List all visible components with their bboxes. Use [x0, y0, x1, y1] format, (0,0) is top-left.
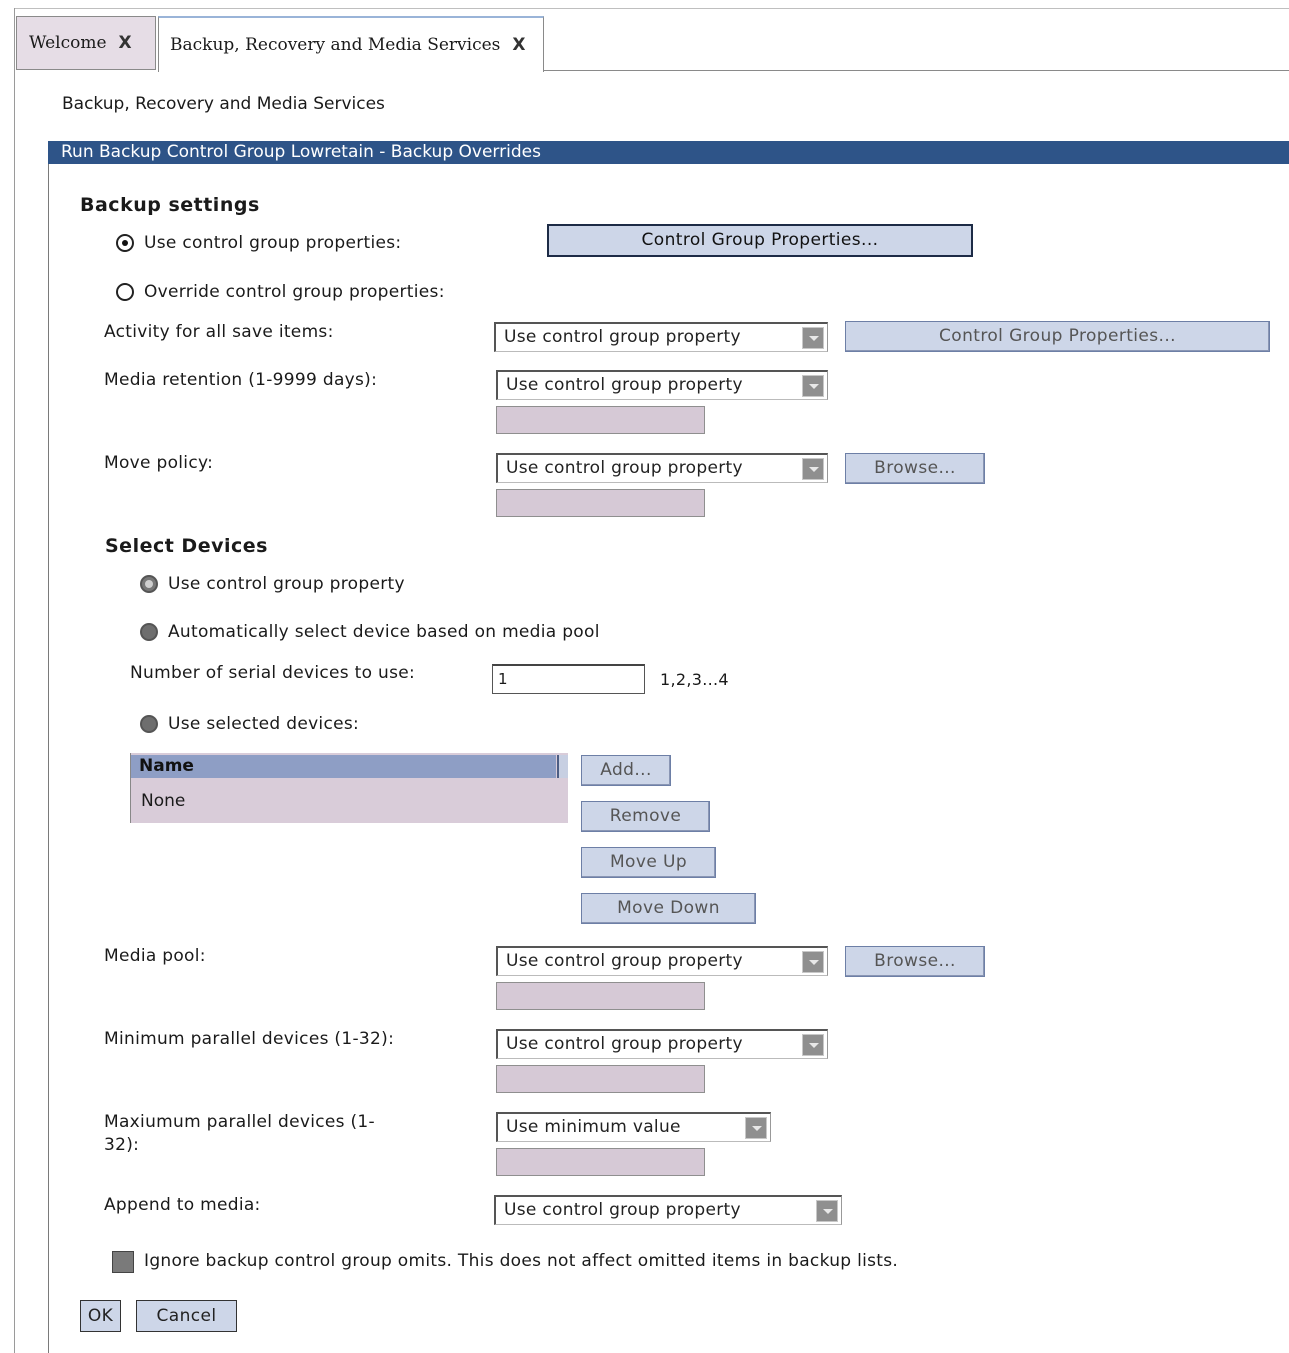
move-policy-browse-button[interactable]: Browse... [845, 453, 985, 484]
panel-title: Run Backup Control Group Lowretain - Bac… [48, 141, 1289, 164]
append-media-label: Append to media: [104, 1195, 261, 1215]
devices-table-header-name[interactable]: Name [131, 755, 556, 778]
max-parallel-label-line2: 32): [104, 1135, 140, 1155]
ok-button[interactable]: OK [80, 1300, 121, 1332]
tab-welcome[interactable]: Welcome X [16, 16, 156, 70]
devices-auto-radio[interactable] [140, 623, 158, 641]
media-retention-value: Use control group property [506, 375, 743, 395]
move-policy-select[interactable]: Use control group property [496, 453, 828, 483]
chevron-down-icon [802, 327, 824, 349]
ignore-omits-label: Ignore backup control group omits. This … [144, 1251, 899, 1271]
move-policy-value: Use control group property [506, 458, 743, 478]
media-retention-days-input[interactable] [496, 406, 705, 434]
media-pool-input[interactable] [496, 982, 705, 1010]
control-group-properties-button[interactable]: Control Group Properties... [547, 224, 973, 257]
activity-select-value: Use control group property [504, 327, 741, 347]
devices-auto-label: Automatically select device based on med… [168, 622, 600, 642]
devices-selected-radio[interactable] [140, 715, 158, 733]
move-policy-label: Move policy: [104, 453, 214, 473]
table-row[interactable]: None [141, 791, 185, 811]
devices-table: Name None [130, 753, 568, 823]
min-parallel-select[interactable]: Use control group property [496, 1029, 828, 1059]
activity-select[interactable]: Use control group property [494, 322, 828, 352]
window-top-border [14, 8, 1289, 9]
close-icon[interactable]: X [512, 35, 525, 55]
override-cg-properties-label: Override control group properties: [144, 282, 445, 302]
max-parallel-label-line1: Maxiumum parallel devices (1- [104, 1112, 375, 1132]
devices-use-cg-radio[interactable] [140, 575, 158, 593]
backup-settings-heading: Backup settings [80, 194, 260, 216]
tab-strip-divider [544, 70, 1289, 71]
max-parallel-input[interactable] [496, 1148, 705, 1176]
min-parallel-label: Minimum parallel devices (1-32): [104, 1029, 395, 1049]
chevron-down-icon [802, 375, 824, 397]
media-pool-label: Media pool: [104, 946, 206, 966]
use-cg-properties-label: Use control group properties: [144, 233, 402, 253]
media-pool-value: Use control group property [506, 951, 743, 971]
media-retention-label: Media retention (1-9999 days): [104, 370, 378, 390]
select-devices-heading: Select Devices [105, 535, 268, 557]
min-parallel-input[interactable] [496, 1065, 705, 1093]
append-media-select[interactable]: Use control group property [494, 1195, 842, 1225]
tab-backup-recovery-media[interactable]: Backup, Recovery and Media Services X [158, 16, 544, 72]
media-retention-select[interactable]: Use control group property [496, 370, 828, 400]
media-pool-select[interactable]: Use control group property [496, 946, 828, 976]
close-icon[interactable]: X [119, 33, 132, 53]
devices-table-column-resizer[interactable] [557, 755, 568, 778]
tab-welcome-label: Welcome [29, 33, 107, 53]
chevron-down-icon [802, 458, 824, 480]
chevron-down-icon [745, 1117, 767, 1139]
devices-selected-label: Use selected devices: [168, 714, 360, 734]
override-cg-properties-radio[interactable] [116, 283, 134, 301]
breadcrumb: Backup, Recovery and Media Services [62, 94, 385, 114]
max-parallel-value: Use minimum value [506, 1117, 681, 1137]
panel-left-border [48, 142, 49, 1353]
chevron-down-icon [802, 1034, 824, 1056]
serial-devices-hint: 1,2,3...4 [660, 670, 729, 689]
max-parallel-select[interactable]: Use minimum value [496, 1112, 771, 1142]
chevron-down-icon [816, 1200, 838, 1222]
ignore-omits-checkbox[interactable] [112, 1251, 134, 1273]
min-parallel-value: Use control group property [506, 1034, 743, 1054]
window-left-border [14, 8, 15, 1353]
chevron-down-icon [802, 951, 824, 973]
activity-label: Activity for all save items: [104, 322, 334, 342]
move-policy-input[interactable] [496, 489, 705, 517]
move-down-button[interactable]: Move Down [581, 893, 756, 924]
cancel-button[interactable]: Cancel [136, 1300, 237, 1332]
append-media-value: Use control group property [504, 1200, 741, 1220]
use-cg-properties-radio[interactable] [116, 234, 134, 252]
add-device-button[interactable]: Add... [581, 755, 671, 786]
serial-devices-label: Number of serial devices to use: [130, 663, 416, 683]
tab-backup-label: Backup, Recovery and Media Services [170, 35, 501, 55]
activity-cg-properties-button[interactable]: Control Group Properties... [845, 321, 1270, 352]
serial-devices-input[interactable]: 1 [492, 664, 645, 694]
move-up-button[interactable]: Move Up [581, 847, 716, 878]
devices-use-cg-label: Use control group property [168, 574, 405, 594]
remove-device-button[interactable]: Remove [581, 801, 710, 832]
media-pool-browse-button[interactable]: Browse... [845, 946, 985, 977]
